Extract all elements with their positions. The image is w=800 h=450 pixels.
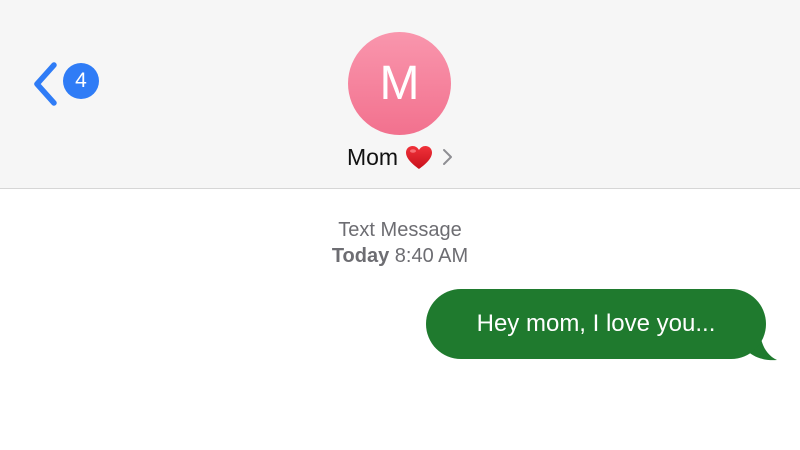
contact-avatar[interactable]: M [348, 32, 451, 135]
outgoing-message[interactable]: Hey mom, I love you... [426, 289, 777, 361]
messages-screen: 4 M Mom Text Message Today 8:40 AM Hey m… [0, 0, 800, 450]
timestamp-label: Today 8:40 AM [0, 243, 800, 269]
message-timestamp: Text Message Today 8:40 AM [0, 217, 800, 269]
contact-name: Mom [346, 143, 399, 170]
time-label: 8:40 AM [394, 245, 469, 267]
service-label: Text Message [338, 219, 462, 241]
conversation-header: 4 M Mom [0, 0, 800, 189]
unread-count-badge: 4 [63, 63, 99, 99]
back-button[interactable]: 4 [30, 58, 110, 110]
chevron-left-icon [34, 62, 57, 106]
chevron-right-icon [443, 149, 453, 165]
message-bubble: Hey mom, I love you... [426, 289, 766, 359]
heart-icon [406, 145, 433, 169]
contact-details-link[interactable]: Mom [0, 140, 800, 174]
day-label: Today [331, 245, 390, 267]
